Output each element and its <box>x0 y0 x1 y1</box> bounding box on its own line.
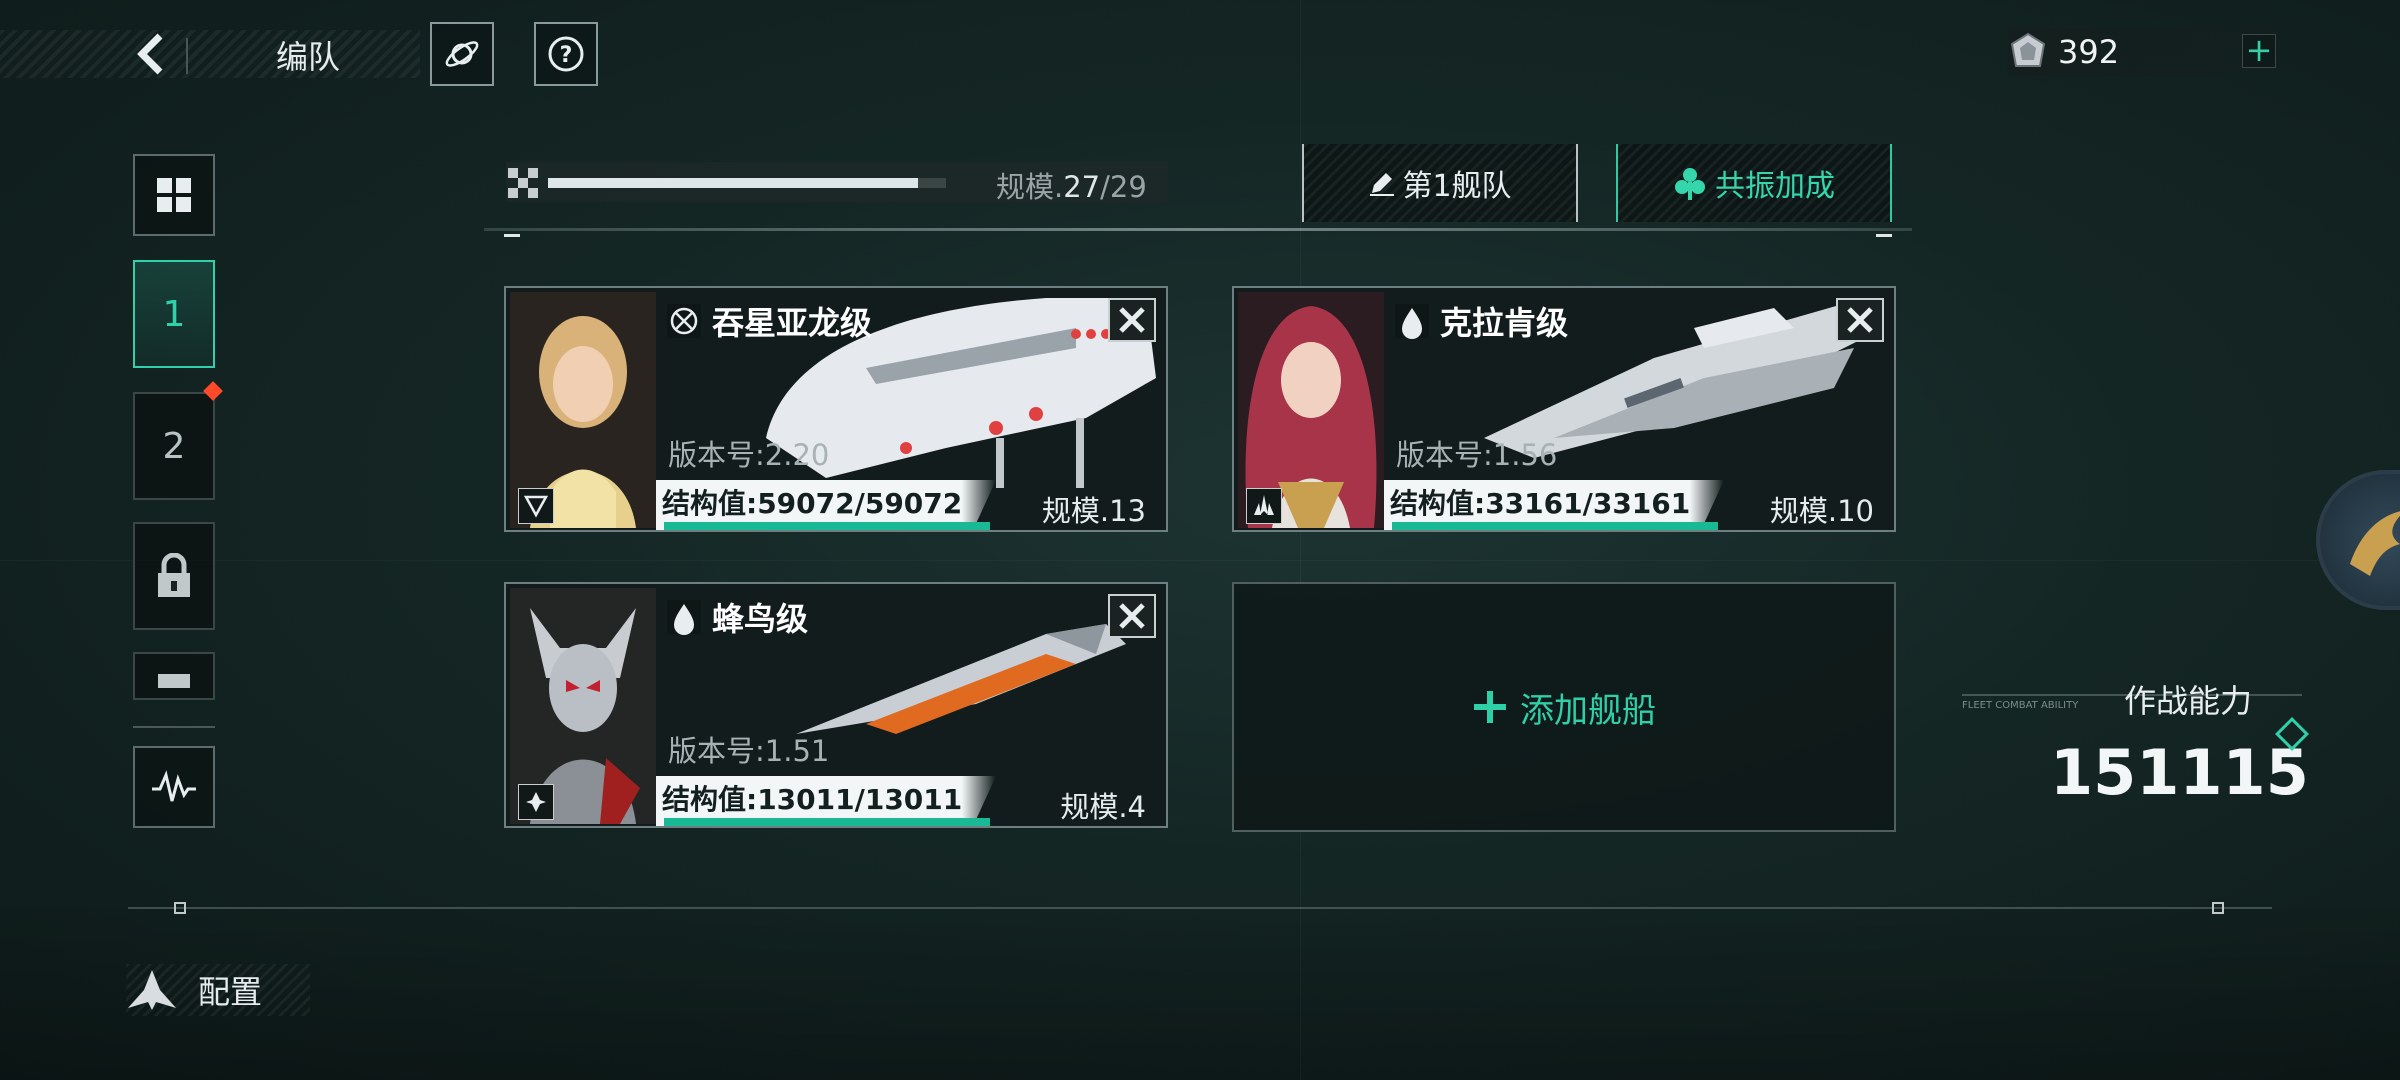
ship-version: 版本号:1.56 <box>1396 438 1558 472</box>
hp-bar <box>664 818 990 826</box>
team-tab-1[interactable]: 1 <box>133 260 215 368</box>
add-currency-button[interactable]: + <box>2242 34 2276 68</box>
layout-grid-button[interactable] <box>133 154 215 236</box>
wing-class-icon <box>1254 495 1274 515</box>
remove-ship-button[interactable] <box>1836 298 1884 342</box>
ship-scale: 规模.13 <box>1041 494 1146 528</box>
ship-card[interactable]: 吞星亚龙级 版本号:2.20 结构值:59072/59072 规模.13 <box>504 286 1168 532</box>
lock-icon <box>158 674 190 688</box>
ship-card[interactable]: 克拉肯级 版本号:1.56 结构值:33161/33161 规模.10 <box>1232 286 1896 532</box>
power-deco-text: FLEET COMBAT ABILITY <box>1962 700 2079 711</box>
combat-power-value: 151115 <box>2050 736 2309 809</box>
team-tab-partial[interactable] <box>133 652 215 700</box>
team-tab-locked[interactable] <box>133 522 215 630</box>
ship-name-row: 克拉肯级 <box>1394 298 1568 344</box>
currency-display: 392 <box>2008 28 2276 76</box>
fleet-name-button[interactable]: 第1舰队 <box>1302 144 1578 222</box>
wave-icon <box>152 770 196 802</box>
divider-marker <box>174 902 186 914</box>
scale-label: 规模. <box>996 170 1064 204</box>
phoenix-icon <box>2350 511 2400 576</box>
back-arrow-icon <box>137 33 163 75</box>
side-emblem-button[interactable] <box>2316 470 2400 610</box>
plus-icon <box>1474 691 1506 723</box>
class-badge <box>518 488 554 524</box>
hp-bar <box>1392 522 1718 530</box>
target-class-icon <box>667 304 701 338</box>
planet-icon <box>445 41 479 67</box>
ship-hp: 结构值:13011/13011 <box>662 783 963 816</box>
flame-class-icon <box>667 600 701 635</box>
ship-name: 吞星亚龙级 <box>712 304 873 342</box>
crystal-icon <box>2010 32 2046 67</box>
topbar-strip <box>0 30 420 78</box>
ship-scale: 规模.4 <box>1060 790 1146 824</box>
ship-hp: 结构值:33161/33161 <box>1390 487 1691 520</box>
swirl-class-icon <box>526 792 546 812</box>
divider <box>484 228 1912 231</box>
back-button[interactable] <box>128 28 176 80</box>
currency-value: 392 <box>2058 33 2120 71</box>
resonance-icon <box>1675 168 1705 200</box>
divider-marker <box>2212 902 2224 914</box>
ship-hp: 结构值:59072/59072 <box>662 487 963 520</box>
add-ship-slot[interactable]: 添加舰船 <box>1232 582 1896 832</box>
config-label: 配置 <box>198 973 263 1011</box>
bottom-area <box>0 908 2400 1080</box>
edit-icon <box>1370 173 1395 196</box>
resonance-bonus-button[interactable]: 共振加成 <box>1616 144 1892 222</box>
checker-flag-icon <box>508 168 538 198</box>
page-title: 编队 <box>276 38 341 76</box>
close-icon <box>1847 307 1873 333</box>
resonance-bonus-label: 共振加成 <box>1715 169 1835 204</box>
help-button[interactable]: ? <box>534 22 598 86</box>
flame-class-icon <box>1395 304 1429 339</box>
scale-fill <box>548 178 918 188</box>
ship-version: 版本号:1.51 <box>668 734 830 768</box>
ship-card[interactable]: 蜂鸟级 版本号:1.51 结构值:13011/13011 规模.4 <box>504 582 1168 828</box>
ship-config-icon <box>128 970 176 1010</box>
hp-bar <box>664 522 990 530</box>
lock-icon <box>158 553 190 597</box>
scale-max: /29 <box>1100 170 1147 204</box>
remove-ship-button[interactable] <box>1108 298 1156 342</box>
close-icon <box>1119 603 1145 629</box>
planet-button[interactable] <box>430 22 494 86</box>
scale-current: 27 <box>1063 170 1101 204</box>
config-button[interactable]: 配置 <box>126 964 310 1016</box>
class-badge <box>1246 488 1282 524</box>
fleet-name-label: 第1舰队 <box>1402 169 1512 204</box>
ship-scale: 规模.10 <box>1769 494 1874 528</box>
ship-name-row: 吞星亚龙级 <box>666 298 872 344</box>
combat-power-label: 作战能力 <box>2124 682 2253 720</box>
triangle-class-icon <box>523 495 549 518</box>
remove-ship-button[interactable] <box>1108 594 1156 638</box>
scale-readout: 规模.27/29 <box>996 164 1147 206</box>
class-badge <box>518 784 554 820</box>
grid-icon <box>157 178 191 212</box>
svg-text:?: ? <box>560 43 573 68</box>
bottom-divider <box>128 907 2272 909</box>
close-icon <box>1119 307 1145 333</box>
ship-name-row: 蜂鸟级 <box>666 594 808 640</box>
help-icon: ? <box>548 36 584 72</box>
resonance-sidebar-button[interactable] <box>133 746 215 828</box>
ship-version: 版本号:2.20 <box>668 438 830 472</box>
team-tab-2[interactable]: 2 <box>133 392 215 500</box>
ship-name: 克拉肯级 <box>1440 304 1569 342</box>
ship-name: 蜂鸟级 <box>712 600 809 638</box>
add-ship-label: 添加舰船 <box>1520 690 1656 731</box>
